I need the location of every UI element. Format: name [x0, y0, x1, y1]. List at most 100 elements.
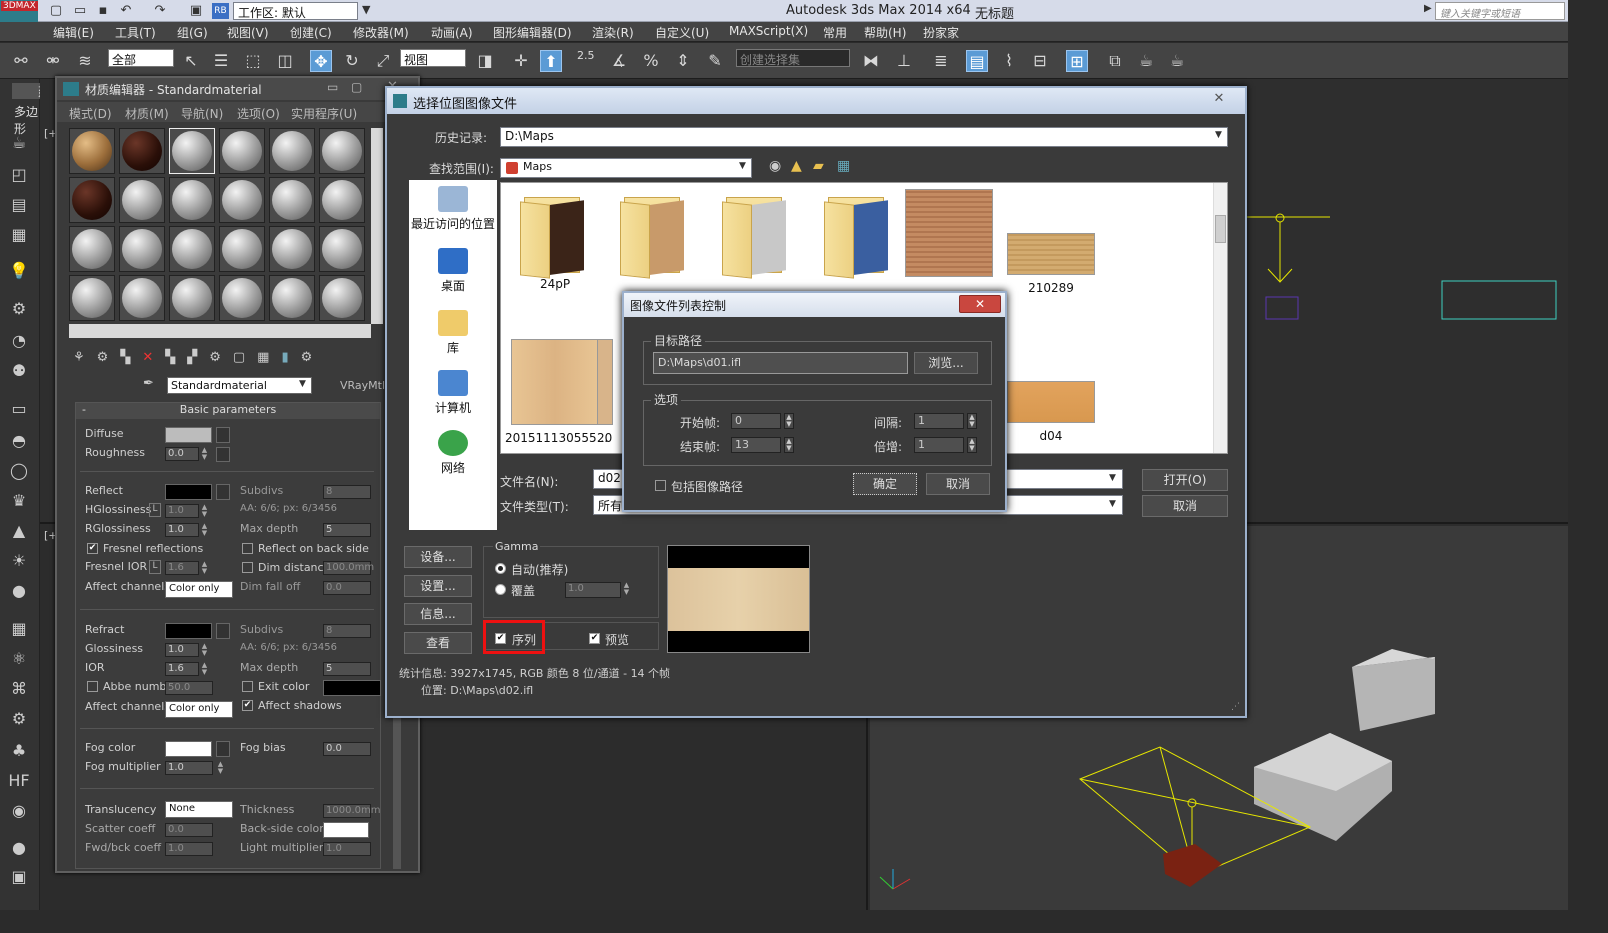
- material-type-button[interactable]: VRayMtl: [340, 379, 385, 392]
- search-input[interactable]: 键入关键字或短语: [1435, 2, 1565, 20]
- sample-slot[interactable]: [219, 177, 265, 223]
- align-icon[interactable]: ⊥: [893, 50, 915, 72]
- sample-slot[interactable]: [169, 128, 215, 174]
- display-icon[interactable]: ▦: [7, 223, 31, 247]
- rendered-frame-icon[interactable]: ☕: [1135, 50, 1157, 72]
- settings-button[interactable]: 设置...: [404, 575, 472, 597]
- pivot-center-icon[interactable]: ◨: [474, 50, 496, 72]
- render-frame-icon[interactable]: ▣: [7, 865, 31, 889]
- percent-snap-icon[interactable]: %: [640, 50, 662, 72]
- list-item[interactable]: [707, 189, 807, 279]
- menu-views[interactable]: 视图(V): [227, 24, 269, 41]
- place-desktop[interactable]: 桌面: [409, 248, 497, 294]
- teapot-icon[interactable]: ☕: [7, 131, 31, 155]
- abbe-input[interactable]: 50.0: [165, 681, 213, 695]
- rect-selection-icon[interactable]: ⬚: [242, 50, 264, 72]
- edit-named-sel-icon[interactable]: ✎: [704, 50, 726, 72]
- diffuse-color-swatch[interactable]: [165, 427, 212, 443]
- curve-editor-icon[interactable]: ⌇: [998, 50, 1020, 72]
- hglossiness-input[interactable]: 1.0: [165, 504, 199, 518]
- link-icon[interactable]: ⚯: [10, 50, 32, 72]
- sequence-checkbox[interactable]: ✔: [495, 633, 506, 644]
- mirror-icon[interactable]: ⧓: [860, 50, 882, 72]
- refr-max-depth-input[interactable]: 5: [323, 662, 371, 676]
- undo-icon[interactable]: ↶: [118, 3, 134, 19]
- menu-tools[interactable]: 工具(T): [115, 24, 156, 41]
- slots-horizontal-scrollbar[interactable]: [69, 324, 371, 338]
- show-end-result-icon[interactable]: ⚙: [301, 350, 325, 365]
- glossiness-input[interactable]: 1.0: [165, 643, 199, 657]
- ior-input[interactable]: 1.6: [165, 662, 199, 676]
- ies-light-icon[interactable]: ♛: [7, 489, 31, 513]
- scatter-input[interactable]: 0.0: [165, 823, 213, 837]
- modify-panel-icon[interactable]: ◰: [7, 163, 31, 187]
- open-file-icon[interactable]: ▭: [72, 3, 88, 19]
- affect-channels-select-2[interactable]: Color only: [165, 701, 233, 718]
- place-computer[interactable]: 计算机: [409, 370, 497, 416]
- chevron-down-icon[interactable]: ▼: [1215, 130, 1222, 140]
- grid-icon[interactable]: ▦: [7, 617, 31, 641]
- minimize-icon[interactable]: ▭: [327, 80, 338, 94]
- rotate-icon[interactable]: ↻: [341, 50, 363, 72]
- menu-animation[interactable]: 动画(A): [431, 24, 473, 41]
- copy-material-icon[interactable]: ▚: [165, 350, 187, 365]
- dim-distance-checkbox[interactable]: [242, 562, 253, 573]
- redo-icon[interactable]: ↷: [152, 3, 168, 19]
- rollout-header[interactable]: Basic parameters: [76, 403, 380, 419]
- sphere-light-icon[interactable]: ◯: [7, 459, 31, 483]
- list-item[interactable]: 210289: [1001, 233, 1101, 295]
- ior-spinner[interactable]: ▲ ▼: [200, 662, 209, 677]
- schematic-view-icon[interactable]: ⊟: [1029, 50, 1051, 72]
- close-button[interactable]: ✕: [959, 295, 1001, 313]
- list-item[interactable]: [899, 189, 999, 277]
- interval-input[interactable]: 1: [914, 413, 964, 429]
- lookin-select[interactable]: Maps: [500, 158, 752, 178]
- angle-snap-icon[interactable]: ∡: [608, 50, 630, 72]
- chevron-down-icon[interactable]: ▼: [1109, 473, 1116, 483]
- target-path-input[interactable]: D:\Maps\d01.ifl: [653, 352, 908, 374]
- sample-slot[interactable]: [269, 226, 315, 272]
- new-folder-icon[interactable]: ▰: [813, 158, 824, 174]
- fog-multiplier-input[interactable]: 1.0: [165, 761, 213, 775]
- list-item[interactable]: [809, 189, 909, 279]
- chevron-down-icon[interactable]: ▼: [739, 161, 746, 171]
- roughness-spinner[interactable]: ▲ ▼: [200, 447, 209, 462]
- end-frame-input[interactable]: 13: [731, 437, 781, 453]
- exit-color-swatch[interactable]: [323, 680, 381, 696]
- reflect-map-button[interactable]: [216, 484, 230, 500]
- unlink-icon[interactable]: ⚮: [42, 50, 64, 72]
- hierarchy-icon[interactable]: ▤: [7, 193, 31, 217]
- camera-icon[interactable]: ⚙: [7, 297, 31, 321]
- fog-color-swatch[interactable]: [165, 741, 212, 757]
- spinner-snap-icon[interactable]: ⇕: [672, 50, 694, 72]
- sample-slot[interactable]: [169, 275, 215, 321]
- gamma-spinner[interactable]: ▲ ▼: [622, 582, 631, 597]
- sample-slot[interactable]: [69, 177, 115, 223]
- sample-slot[interactable]: [119, 128, 165, 174]
- save-icon[interactable]: ▪: [95, 3, 111, 19]
- helper-icon[interactable]: ◔: [7, 329, 31, 353]
- thickness-input[interactable]: 1000.0mm: [323, 804, 380, 818]
- sample-slot[interactable]: [119, 177, 165, 223]
- new-file-icon[interactable]: ▢: [48, 3, 64, 19]
- sample-slot[interactable]: [269, 128, 315, 174]
- roughness-input[interactable]: 0.0: [165, 447, 199, 461]
- subdivs-input[interactable]: 8: [323, 485, 371, 499]
- fresnel-ior-spinner[interactable]: ▲ ▼: [200, 561, 209, 576]
- gear-icon[interactable]: ⚙: [7, 707, 31, 731]
- end-frame-spinner[interactable]: ▲ ▼: [784, 437, 794, 453]
- menu-create[interactable]: 创建(C): [290, 24, 332, 41]
- browse-button[interactable]: 浏览...: [914, 352, 978, 374]
- render-icon[interactable]: ⚉: [7, 359, 31, 383]
- window-crossing-icon[interactable]: ◫: [274, 50, 296, 72]
- list-item[interactable]: 20: [597, 339, 617, 445]
- menu-utilities[interactable]: 实用程序(U): [291, 105, 357, 122]
- back-icon[interactable]: ◉: [769, 158, 781, 174]
- roughness-map-button[interactable]: [216, 447, 230, 462]
- keyboard-shortcut-icon[interactable]: ⬆: [540, 50, 562, 72]
- selection-filter-select[interactable]: 全部: [108, 49, 174, 67]
- cancel-button[interactable]: 取消: [926, 473, 990, 495]
- ball-icon[interactable]: ◉: [7, 799, 31, 823]
- sample-slot[interactable]: [119, 226, 165, 272]
- move-icon[interactable]: ✥: [310, 50, 332, 72]
